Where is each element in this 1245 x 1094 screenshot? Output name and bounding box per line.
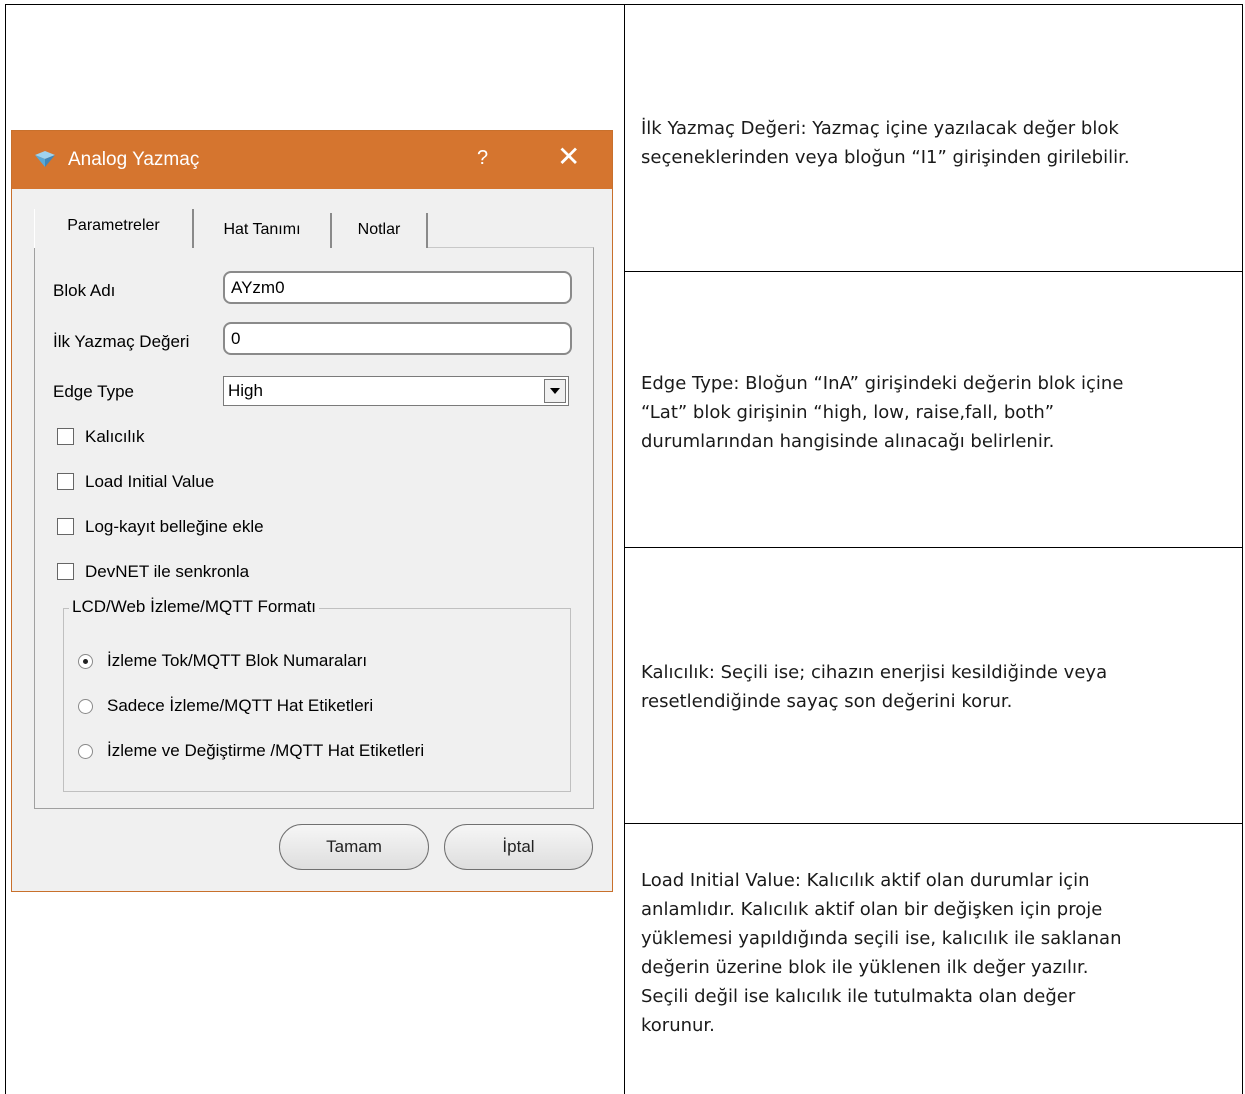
column-divider: [624, 4, 625, 1094]
radio-label: İzleme ve Değiştirme /MQTT Hat Etiketler…: [107, 741, 425, 760]
radio-label: Sadece İzleme/MQTT Hat Etiketleri: [107, 696, 374, 715]
description-line: korunur.: [641, 1015, 715, 1036]
edge-type-value: High: [228, 381, 263, 400]
cancel-button[interactable]: İptal: [444, 824, 593, 870]
initial-value-input[interactable]: 0: [223, 322, 572, 355]
description-line: durumlarından hangisinde alınacağı belir…: [641, 431, 1055, 452]
description-line: Load Initial Value: Kalıcılık aktif olan…: [641, 870, 1090, 891]
description-line: Seçili değil ise kalıcılık ile tutulmakt…: [641, 986, 1076, 1007]
devnet-sync-checkbox[interactable]: [57, 563, 74, 580]
row-divider: [624, 271, 1243, 272]
log-memory-checkbox[interactable]: [57, 518, 74, 535]
description-line: Kalıcılık: Seçili ise; cihazın enerjisi …: [641, 662, 1108, 683]
tab-label: Parametreler: [67, 217, 160, 234]
edge-type-select[interactable]: High: [223, 376, 569, 406]
load-initial-value-label: Load Initial Value: [85, 472, 215, 491]
edge-type-label: Edge Type: [53, 382, 134, 401]
description-persistence: Kalıcılık: Seçili ise; cihazın enerjisi …: [641, 658, 1231, 716]
initial-value-label: İlk Yazmaç Değeri: [53, 332, 190, 351]
description-load-initial-value: Load Initial Value: Kalıcılık aktif olan…: [641, 866, 1231, 1040]
help-button[interactable]: ?: [477, 147, 488, 170]
radio-label: İzleme Tok/MQTT Blok Numaraları: [107, 651, 368, 670]
analog-register-dialog: Analog Yazmaç ? ✕ Parametreler Hat Tanım…: [11, 130, 613, 892]
devnet-sync-label: DevNET ile senkronla: [85, 562, 250, 581]
ok-button[interactable]: Tamam: [279, 824, 429, 870]
persistence-checkbox[interactable]: [57, 428, 74, 445]
block-name-label: Blok Adı: [53, 281, 116, 300]
description-line: yüklemesi yapıldığında seçili ise, kalıc…: [641, 928, 1122, 949]
description-edge-type: Edge Type: Bloğun “InA” girişindeki değe…: [641, 369, 1231, 456]
description-line: Edge Type: Bloğun “InA” girişindeki değe…: [641, 373, 1124, 394]
description-line: İlk Yazmaç Değeri: Yazmaç içine yazılaca…: [641, 118, 1119, 139]
row-divider: [624, 823, 1243, 824]
row-divider: [624, 547, 1243, 548]
description-line: anlamlıdır. Kalıcılık aktif olan bir değ…: [641, 899, 1103, 920]
dialog-title: Analog Yazmaç: [68, 149, 200, 170]
radio-monitor-and-edit[interactable]: [78, 744, 93, 759]
description-line: “Lat” blok girişinin “high, low, raise,f…: [641, 402, 1055, 423]
tab-parameters[interactable]: Parametreler: [34, 209, 194, 248]
app-icon: [35, 151, 55, 167]
tab-line-definition[interactable]: Hat Tanımı: [194, 213, 332, 248]
title-bar[interactable]: Analog Yazmaç ? ✕: [12, 131, 612, 189]
tab-notes[interactable]: Notlar: [332, 213, 428, 248]
tab-label: Notlar: [357, 221, 401, 238]
description-line: değerin üzerine blok ile yüklenen ilk de…: [641, 957, 1089, 978]
block-name-input[interactable]: AYzm0: [223, 271, 572, 304]
tab-label: Hat Tanımı: [223, 221, 301, 238]
group-title: LCD/Web İzleme/MQTT Formatı: [69, 597, 320, 617]
load-initial-value-checkbox[interactable]: [57, 473, 74, 490]
description-initial-value: İlk Yazmaç Değeri: Yazmaç içine yazılaca…: [641, 114, 1231, 172]
radio-monitor-only[interactable]: [78, 699, 93, 714]
description-line: resetlendiğinde sayaç son değerini korur…: [641, 691, 1013, 712]
radio-block-numbers[interactable]: [78, 654, 93, 669]
persistence-label: Kalıcılık: [85, 427, 145, 446]
chevron-down-icon[interactable]: [544, 379, 566, 403]
description-line: seçeneklerinden veya bloğun “I1” girişin…: [641, 147, 1130, 168]
log-memory-label: Log-kayıt belleğine ekle: [85, 517, 264, 536]
close-button[interactable]: ✕: [557, 142, 580, 172]
